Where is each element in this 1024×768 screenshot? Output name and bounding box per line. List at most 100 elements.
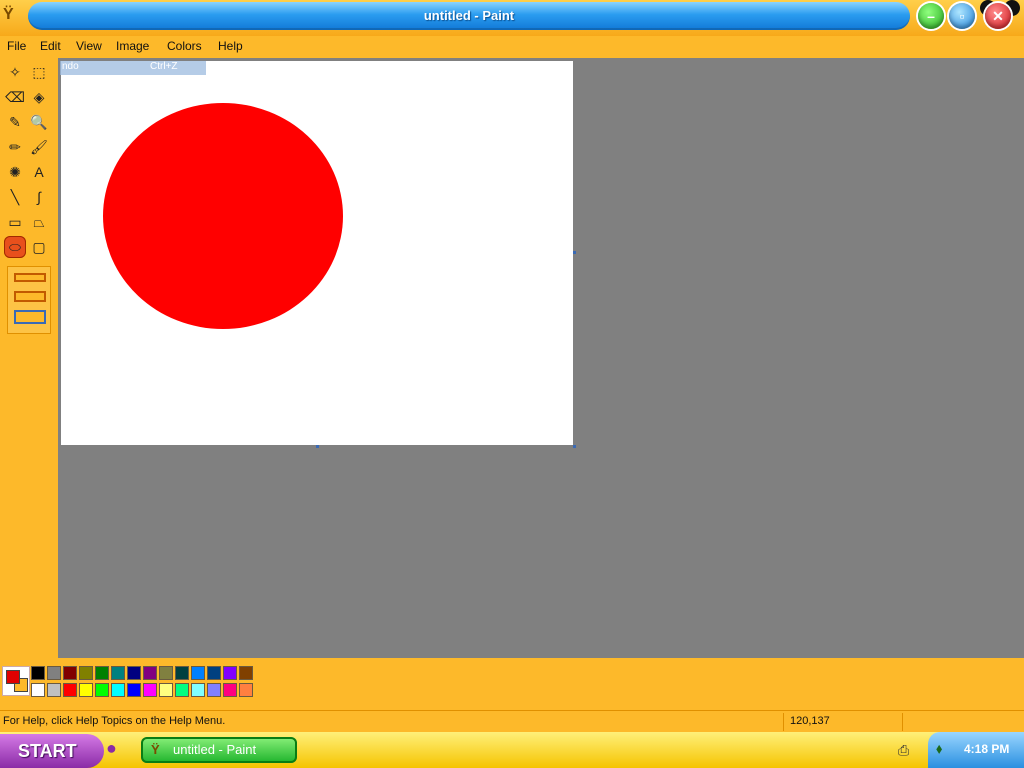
line-width-thin[interactable] [14, 273, 46, 282]
ellipse-icon: ⬭ [9, 238, 21, 255]
line-width-options [7, 266, 51, 334]
menu-help[interactable]: Help [218, 39, 243, 53]
current-colors [2, 666, 30, 696]
network-tray-icon[interactable]: ⬧ [936, 740, 942, 757]
undo-shortcut: Ctrl+Z [150, 61, 178, 72]
palette-swatch[interactable] [191, 683, 205, 697]
undo-tooltip: ndo Ctrl+Z [60, 61, 206, 75]
palette-swatch[interactable] [127, 666, 141, 680]
menu-view[interactable]: View [76, 39, 102, 53]
palette-swatch[interactable] [239, 683, 253, 697]
printer-tray-icon[interactable]: ⎙ [898, 742, 909, 759]
taskbar: START ● Ÿ untitled - Paint ⎙ ⬧ 4:18 PM [0, 732, 1024, 768]
color-picker-icon: ✎ [9, 113, 21, 130]
free-select-tool[interactable]: ✧ [4, 61, 26, 83]
palette-swatch[interactable] [207, 666, 221, 680]
close-button[interactable]: ✕ [985, 3, 1011, 29]
palette-swatch[interactable] [31, 683, 45, 697]
line-width-medium[interactable] [14, 291, 46, 302]
free-select-icon: ✧ [9, 63, 21, 80]
text-icon: A [34, 164, 44, 180]
palette-swatch[interactable] [175, 683, 189, 697]
rect-select-icon: ⬚ [32, 63, 46, 80]
ellipse-tool[interactable]: ⬭ [4, 236, 26, 258]
color-picker-tool[interactable]: ✎ [4, 111, 26, 133]
polygon-icon: ⏢ [33, 213, 45, 230]
maximize-button[interactable]: ▫ [949, 3, 975, 29]
menu-bar: File Edit View Image Colors Help [0, 36, 1024, 58]
palette-swatch[interactable] [143, 683, 157, 697]
eraser-tool[interactable]: ⌫ [4, 86, 26, 108]
paint-app-icon[interactable]: Ÿ [3, 6, 21, 26]
menu-edit[interactable]: Edit [40, 39, 61, 53]
palette-swatch[interactable] [159, 666, 173, 680]
rounded-rect-tool[interactable]: ▢ [28, 236, 50, 258]
airbrush-tool[interactable]: ✺ [4, 161, 26, 183]
cursor-coordinates: 120,137 [790, 715, 830, 727]
minimize-button[interactable]: – [918, 3, 944, 29]
palette-swatch[interactable] [239, 666, 253, 680]
resize-handle-bottom[interactable] [316, 445, 319, 448]
start-button[interactable]: START [0, 734, 104, 768]
palette-swatch[interactable] [63, 683, 77, 697]
undo-label: ndo [62, 61, 79, 72]
brush-icon: 🖌 [30, 138, 48, 155]
taskbar-paint-label: untitled - Paint [173, 742, 257, 757]
rectangle-tool[interactable]: ▭ [4, 211, 26, 233]
palette-swatch[interactable] [127, 683, 141, 697]
status-divider [902, 713, 903, 731]
drawing-canvas[interactable] [61, 61, 573, 445]
palette-swatch[interactable] [223, 666, 237, 680]
menu-file[interactable]: File [7, 39, 26, 53]
palette-swatch[interactable] [95, 683, 109, 697]
eraser-icon: ⌫ [5, 88, 25, 105]
rect-select-tool[interactable]: ⬚ [28, 61, 50, 83]
title-pill: untitled - Paint [28, 2, 910, 30]
palette-swatch[interactable] [207, 683, 221, 697]
clock[interactable]: 4:18 PM [964, 742, 1009, 756]
menu-colors[interactable]: Colors [167, 39, 202, 53]
paint-task-icon: Ÿ [151, 742, 160, 757]
magnifier-icon: 🔍 [30, 113, 48, 130]
resize-handle-corner[interactable] [573, 445, 576, 448]
brush-tool[interactable]: 🖌 [28, 136, 50, 158]
palette-swatch[interactable] [111, 666, 125, 680]
polygon-tool[interactable]: ⏢ [28, 211, 50, 233]
palette-swatch[interactable] [63, 666, 77, 680]
text-tool[interactable]: A [28, 161, 50, 183]
fill-icon: ◈ [33, 88, 45, 105]
foreground-color-swatch [6, 670, 20, 684]
palette-swatch[interactable] [143, 666, 157, 680]
palette-swatch[interactable] [79, 666, 93, 680]
palette-swatch[interactable] [159, 683, 173, 697]
curve-tool[interactable]: ∫ [28, 186, 50, 208]
tool-box: ✧ ⬚ ⌫ ◈ ✎ 🔍 ✏ 🖌 ✺ A ╲ ∫ ▭ ⏢ ⬭ ▢ [0, 58, 58, 658]
fill-tool[interactable]: ◈ [28, 86, 50, 108]
palette-swatch[interactable] [111, 683, 125, 697]
palette-swatch[interactable] [79, 683, 93, 697]
line-tool[interactable]: ╲ [4, 186, 26, 208]
palette-swatch[interactable] [31, 666, 45, 680]
rectangle-icon: ▭ [8, 213, 22, 230]
taskbar-paint-button[interactable]: Ÿ untitled - Paint [141, 737, 297, 763]
line-width-thick[interactable] [14, 310, 46, 324]
palette-swatch[interactable] [47, 683, 61, 697]
color-palette [0, 658, 1024, 710]
palette-swatch[interactable] [191, 666, 205, 680]
palette-swatch[interactable] [95, 666, 109, 680]
magnifier-tool[interactable]: 🔍 [28, 111, 50, 133]
palette-swatch[interactable] [223, 683, 237, 697]
palette-swatch[interactable] [175, 666, 189, 680]
window-title: untitled - Paint [423, 8, 515, 23]
canvas-area[interactable]: ndo Ctrl+Z [58, 58, 1024, 658]
pencil-tool[interactable]: ✏ [4, 136, 26, 158]
title-bar[interactable]: Ÿ untitled - Paint – ▫ ✕ [0, 0, 1024, 36]
menu-image[interactable]: Image [116, 39, 149, 53]
curve-icon: ∫ [37, 189, 41, 205]
palette-swatch[interactable] [47, 666, 61, 680]
resize-handle-right[interactable] [573, 251, 576, 254]
red-circle-shape [103, 103, 343, 329]
mickey-icon: ● [106, 738, 117, 758]
rounded-rect-icon: ▢ [32, 238, 46, 255]
line-icon: ╲ [10, 188, 20, 205]
